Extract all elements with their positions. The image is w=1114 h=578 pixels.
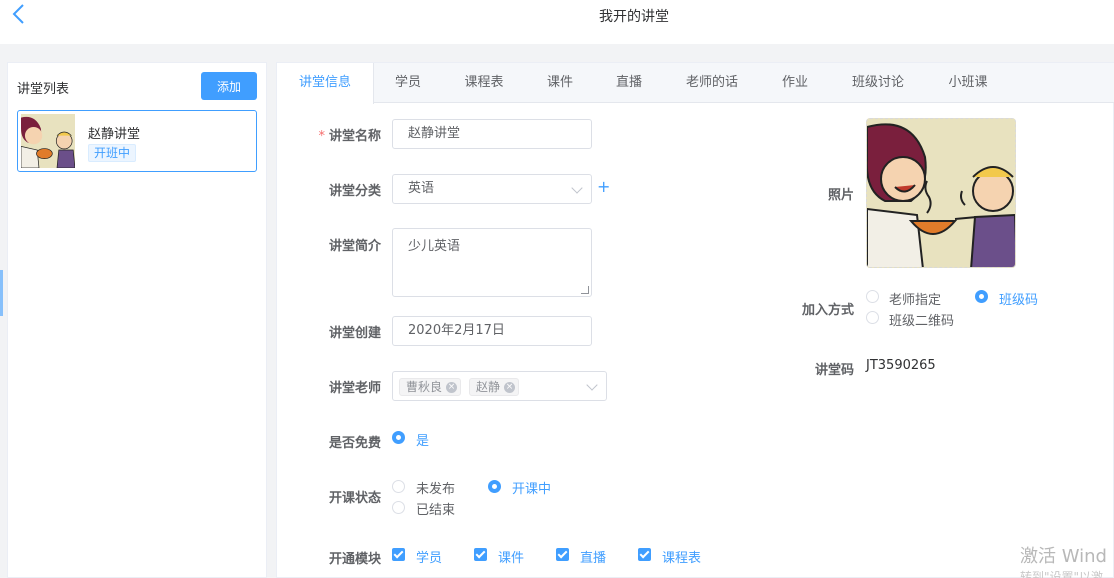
teachers-label: 讲堂老师 (328, 381, 381, 396)
required-mark: * (318, 129, 325, 144)
photo-label: 照片 (827, 188, 854, 203)
intro-value: 少儿英语 (408, 239, 461, 254)
module-courseware-label[interactable]: 课件 (498, 547, 524, 566)
free-yes-label[interactable]: 是 (416, 430, 429, 449)
teacher-tag-label: 赵静 (476, 380, 501, 394)
tab-small-class[interactable]: 小班课 (926, 63, 1010, 103)
tab-discussion[interactable]: 班级讨论 (830, 63, 926, 103)
tab-homework[interactable]: 作业 (760, 63, 830, 103)
resize-handle-icon[interactable] (581, 286, 589, 294)
course-list-panel: 讲堂列表 添加 赵静讲堂 开班中 (7, 62, 267, 578)
status-in-progress-label[interactable]: 开课中 (512, 478, 551, 497)
status-unpublished-label[interactable]: 未发布 (416, 478, 455, 497)
tab-schedule[interactable]: 课程表 (442, 63, 526, 103)
close-icon[interactable]: × (446, 382, 458, 393)
tab-courseware[interactable]: 课件 (526, 63, 594, 103)
status-unpublished-radio[interactable] (392, 480, 405, 493)
chevron-down-icon (571, 182, 583, 194)
created-label: 讲堂创建 (328, 326, 381, 341)
join-code-label[interactable]: 班级码 (999, 289, 1038, 308)
course-card[interactable]: 赵静讲堂 开班中 (17, 110, 257, 172)
modules-label: 开通模块 (328, 552, 381, 567)
module-students-checkbox[interactable] (392, 548, 405, 561)
teachers-multiselect[interactable]: 曹秋良 × 赵静 × (392, 371, 607, 401)
activation-watermark-sub: 转到"设置"以激 (1020, 570, 1104, 578)
intro-textarea[interactable]: 少儿英语 (392, 228, 592, 297)
teacher-tag-label: 曹秋良 (406, 380, 443, 394)
join-code-radio[interactable] (975, 290, 988, 303)
module-courseware-checkbox[interactable] (474, 548, 487, 561)
join-label: 加入方式 (801, 303, 854, 318)
join-teacher-label[interactable]: 老师指定 (889, 289, 941, 308)
course-card-name: 赵静讲堂 (88, 127, 141, 142)
code-label: 讲堂码 (814, 363, 854, 378)
add-course-button[interactable]: 添加 (201, 72, 257, 100)
status-ended-label[interactable]: 已结束 (416, 499, 455, 518)
course-thumbnail (21, 114, 75, 168)
free-label: 是否免费 (328, 436, 381, 451)
tab-live[interactable]: 直播 (594, 63, 664, 103)
course-detail-panel: 讲堂信息 学员 课程表 课件 直播 老师的话 作业 班级讨论 小班课 * 讲堂名称… (276, 62, 1114, 578)
tab-bar: 讲堂信息 学员 课程表 课件 直播 老师的话 作业 班级讨论 小班课 (277, 63, 1114, 104)
course-photo[interactable] (866, 118, 1016, 268)
course-code-value: JT3590265 (866, 358, 936, 373)
module-live-checkbox[interactable] (556, 548, 569, 561)
add-category-icon[interactable]: + (597, 177, 610, 196)
category-value: 英语 (408, 181, 435, 196)
page-title: 我开的讲堂 (599, 9, 669, 25)
join-teacher-radio[interactable] (866, 290, 879, 303)
top-bar: 我开的讲堂 (0, 0, 1114, 44)
join-qrcode-label[interactable]: 班级二维码 (889, 310, 954, 329)
close-icon[interactable]: × (504, 382, 516, 393)
created-date-input[interactable]: 2020年2月17日 (392, 316, 592, 346)
chevron-down-icon (586, 379, 598, 391)
left-edge-indicator (0, 270, 3, 316)
module-students-label[interactable]: 学员 (416, 547, 442, 566)
status-ended-radio[interactable] (392, 501, 405, 514)
teacher-tag: 赵静 × (469, 378, 520, 396)
category-select[interactable]: 英语 (392, 174, 592, 204)
teacher-tag: 曹秋良 × (399, 378, 462, 396)
course-name-input[interactable]: 赵静讲堂 (392, 119, 592, 149)
intro-label: 讲堂简介 (328, 239, 381, 254)
category-label: 讲堂分类 (328, 184, 381, 199)
module-schedule-label[interactable]: 课程表 (662, 547, 701, 566)
course-status-badge: 开班中 (88, 144, 137, 162)
free-yes-radio[interactable] (392, 431, 405, 444)
course-list-title: 讲堂列表 (17, 82, 70, 97)
status-label: 开课状态 (328, 491, 381, 506)
activation-watermark: 激活 Wind (1020, 546, 1107, 567)
module-schedule-checkbox[interactable] (638, 548, 651, 561)
join-qrcode-radio[interactable] (866, 311, 879, 324)
name-label: * 讲堂名称 (301, 125, 381, 144)
tab-students[interactable]: 学员 (374, 63, 442, 103)
status-in-progress-radio[interactable] (488, 480, 501, 493)
module-live-label[interactable]: 直播 (580, 547, 606, 566)
tab-teacher-words[interactable]: 老师的话 (664, 63, 760, 103)
name-label-text: 讲堂名称 (328, 129, 381, 144)
tab-course-info[interactable]: 讲堂信息 (277, 63, 374, 104)
